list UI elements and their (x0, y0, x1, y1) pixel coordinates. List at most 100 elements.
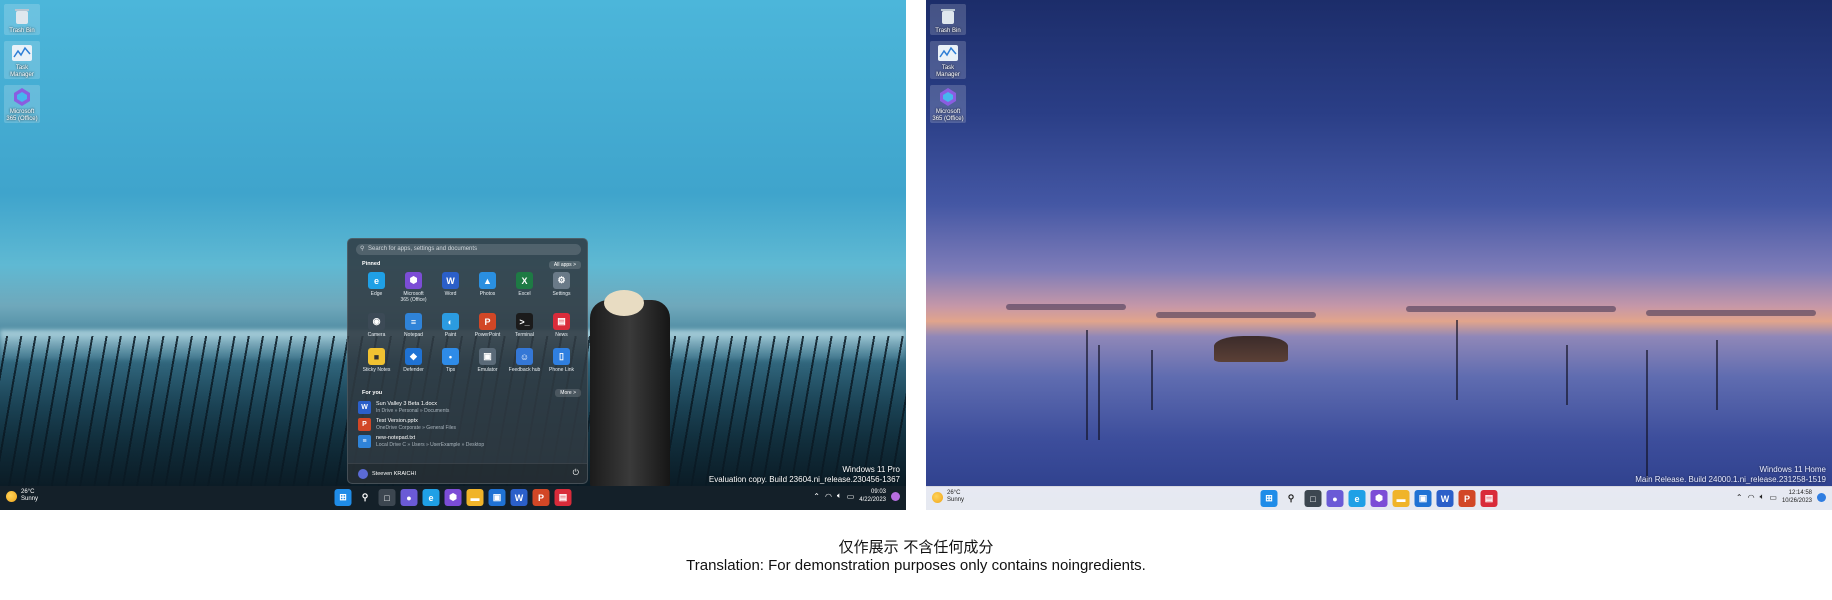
terminal-icon: >_ (516, 313, 533, 330)
wifi-icon[interactable]: ◠ (825, 492, 832, 501)
news-icon[interactable]: ▤ (1480, 490, 1498, 507)
word-icon[interactable]: W (1436, 490, 1454, 507)
for-you-heading: For you (362, 390, 383, 396)
desktop-icon-trash-bin[interactable]: Trash Bin (4, 4, 40, 35)
desktop-icon-task-manager[interactable]: Task Manager (930, 41, 966, 79)
office-icon (9, 85, 35, 109)
desktop-icon-label: Task Manager (10, 65, 34, 78)
notepad-icon: ≡ (358, 435, 371, 448)
desktop-icons: Trash Bin Task Manager Microsoft 365 (Of… (930, 4, 966, 123)
pinned-app-excel[interactable]: X Excel (506, 272, 543, 303)
chat-icon[interactable]: ● (400, 489, 418, 506)
chevron-up-icon[interactable]: ⌃ (1736, 493, 1743, 502)
chat-icon[interactable]: ● (1326, 490, 1344, 507)
sun-icon (932, 491, 943, 503)
powerpoint-icon: P (479, 313, 496, 330)
file-explorer-icon[interactable]: ▬ (1392, 490, 1410, 507)
clock[interactable]: 09:03 4/22/2023 (859, 488, 886, 504)
windows-start-icon[interactable]: ⊞ (1260, 490, 1278, 507)
pinned-app-microsoft-365-office[interactable]: ⬢ Microsoft 365 (Office) (395, 272, 432, 303)
reed (1566, 345, 1568, 405)
office-icon[interactable]: ⬢ (444, 489, 462, 506)
watermark-edition: Windows 11 Pro (842, 465, 900, 474)
powerpoint-icon[interactable]: P (1458, 490, 1476, 507)
volume-icon[interactable]: 🔈︎ (837, 491, 842, 501)
notepad-icon: ≡ (405, 313, 422, 330)
pinned-app-sticky-notes[interactable]: ■ Sticky Notes (358, 348, 395, 373)
island-rock (1214, 336, 1288, 362)
start-search-input[interactable]: ⚲ Search for apps, settings and document… (356, 244, 581, 255)
clock-date: 4/22/2023 (859, 497, 886, 503)
pinned-app-camera[interactable]: ◉ Camera (358, 313, 395, 338)
battery-icon[interactable]: ▭ (847, 492, 855, 501)
all-apps-button[interactable]: All apps > (548, 261, 581, 269)
pinned-app-paint[interactable]: ◐ Paint (432, 313, 469, 338)
defender-icon: ◆ (405, 348, 422, 365)
chevron-up-icon[interactable]: ⌃ (813, 492, 820, 501)
wifi-icon[interactable]: ◠ (1748, 493, 1755, 502)
pinned-app-edge[interactable]: e Edge (358, 272, 395, 303)
pinned-app-label: Tips (445, 367, 456, 373)
system-tray: ⌃ ◠ 🔈︎ ▭ 09:03 4/22/2023 (813, 488, 900, 504)
taskbar: 26°C Sunny ⊞ ⚲ □ ● e ⬢ ▬ ▣ W P ▤ ⌃ ◠ 🔈︎ ▭ 12:14:58… (926, 486, 1832, 510)
desktop-icon-office[interactable]: Microsoft 365 (Office) (930, 85, 966, 123)
task-view-icon[interactable]: □ (378, 489, 396, 506)
pinned-app-photos[interactable]: ▲ Photos (469, 272, 506, 303)
pinned-app-terminal[interactable]: >_ Terminal (506, 313, 543, 338)
desktop-icon-office[interactable]: Microsoft 365 (Office) (4, 85, 40, 123)
photos-icon: ▲ (479, 272, 496, 289)
user-account[interactable]: Steeven KRAICHI (358, 469, 416, 479)
powerpoint-icon[interactable]: P (532, 489, 550, 506)
pinned-app-label: Edge (370, 291, 383, 297)
windows-start-icon[interactable]: ⊞ (334, 489, 352, 506)
pinned-app-tips[interactable]: • Tips (432, 348, 469, 373)
weather-widget[interactable]: 26°C Sunny (932, 490, 964, 504)
recommended-path: Local Drive C » Users » UserExample » De… (376, 442, 485, 448)
recommended-item[interactable]: ≡ new-notepad.txt Local Drive C » Users » … (358, 435, 484, 448)
pinned-app-powerpoint[interactable]: P PowerPoint (469, 313, 506, 338)
pinned-app-notepad[interactable]: ≡ Notepad (395, 313, 432, 338)
notification-icon[interactable] (1817, 492, 1826, 502)
file-explorer-icon[interactable]: ▬ (466, 489, 484, 506)
cloud (1156, 312, 1316, 318)
search-icon[interactable]: ⚲ (1283, 490, 1300, 507)
weather-temp: 26°C (947, 490, 961, 496)
reed (1646, 350, 1648, 480)
pinned-app-emulator[interactable]: ▣ Emulator (469, 348, 506, 373)
notification-icon[interactable] (891, 491, 900, 501)
news-icon[interactable]: ▤ (554, 489, 572, 506)
recommended-item[interactable]: W Sun Valley 3 Beta 1.docx In Drive » Pers… (358, 401, 449, 414)
volume-icon[interactable]: 🔈︎ (1760, 492, 1765, 502)
edge-icon[interactable]: e (1348, 490, 1366, 507)
store-icon[interactable]: ▣ (488, 489, 506, 506)
pinned-app-news[interactable]: ▤ News (543, 313, 580, 338)
phone-link-icon: ▯ (553, 348, 570, 365)
weather-widget[interactable]: 26°C Sunny (6, 489, 38, 503)
edge-icon[interactable]: e (422, 489, 440, 506)
pinned-app-label: PowerPoint (474, 332, 501, 338)
desktop-icon-trash-bin[interactable]: Trash Bin (930, 4, 966, 35)
wooden-post (590, 300, 670, 486)
pinned-app-defender[interactable]: ◆ Defender (395, 348, 432, 373)
pinned-app-phone-link[interactable]: ▯ Phone Link (543, 348, 580, 373)
battery-icon[interactable]: ▭ (1769, 493, 1777, 502)
more-button[interactable]: More > (555, 389, 581, 397)
clock[interactable]: 12:14:58 10/26/2023 (1782, 489, 1812, 505)
pinned-app-label: Photos (479, 291, 496, 297)
pinned-app-feedback-hub[interactable]: ☺ Feedback hub (506, 348, 543, 373)
pinned-app-word[interactable]: W Word (432, 272, 469, 303)
power-icon[interactable]: ⏻ (573, 468, 579, 478)
pinned-app-settings[interactable]: ⚙ Settings (543, 272, 580, 303)
office-icon[interactable]: ⬢ (1370, 490, 1388, 507)
task-view-icon[interactable]: □ (1304, 490, 1322, 507)
word-icon[interactable]: W (510, 489, 528, 506)
right-desktop: Trash Bin Task Manager Microsoft 365 (Of… (926, 0, 1832, 510)
weather-temp: 26°C (21, 489, 35, 495)
sun-icon (6, 490, 17, 502)
search-icon[interactable]: ⚲ (357, 489, 374, 506)
word-icon: W (358, 401, 371, 414)
recommended-item[interactable]: P Test Version.pptx OneDrive Corporate » G… (358, 418, 456, 431)
store-icon[interactable]: ▣ (1414, 490, 1432, 507)
office-icon (935, 85, 961, 109)
desktop-icon-task-manager[interactable]: Task Manager (4, 41, 40, 79)
